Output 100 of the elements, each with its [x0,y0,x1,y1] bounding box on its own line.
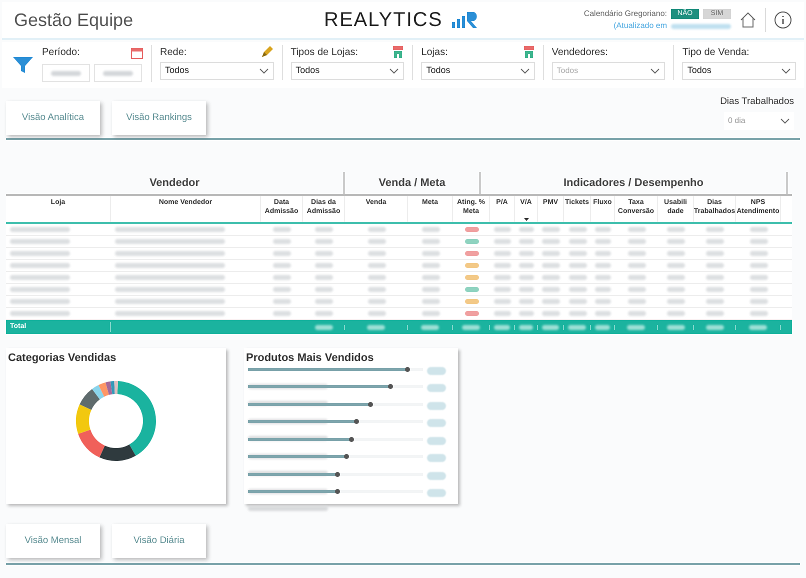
blurred-text [273,263,291,268]
blurred-text [568,239,586,244]
blurred-text [10,275,70,280]
blurred-text [666,324,684,330]
filter-dropdown[interactable]: Todos [160,62,274,80]
blurred-text [519,275,534,280]
blurred-text [103,70,133,76]
blurred-text [667,239,685,244]
blurred-text [273,251,291,256]
card-title: Categorias Vendidas [8,351,118,366]
updated-label: (Atualizado em [614,20,667,32]
blurred-text [51,70,81,76]
blurred-text [10,311,70,316]
filter-dropdown[interactable]: Todos [682,62,796,80]
blurred-text [595,263,611,268]
blurred-text [542,275,560,280]
view-tab[interactable]: Visão Diária [112,524,206,558]
blurred-text [706,287,724,292]
blurred-text [315,239,333,244]
blurred-text [667,263,685,268]
view-tab[interactable]: Visão Analítica [6,101,100,135]
filter-label: Tipo de Venda: [682,46,750,60]
blurred-text [568,311,586,316]
blurred-text [273,299,291,304]
blurred-text [315,299,333,304]
blurred-text [422,311,440,316]
blurred-text [368,299,386,304]
blurred-text [519,299,534,304]
blurred-text [568,227,586,232]
blurred-text [273,275,291,280]
blurred-text [494,263,511,268]
blurred-text [542,263,560,268]
blurred-text [628,311,646,316]
view-tab[interactable]: Visão Mensal [6,524,100,558]
blurred-text [750,227,768,232]
filter-icon[interactable] [12,55,34,75]
view-tab[interactable]: Visão Rankings [112,101,206,135]
blurred-text [10,227,70,232]
value-label [427,402,446,410]
blurred-text [368,311,386,316]
blurred-text [314,324,332,330]
chevron-down-icon [389,68,400,74]
value-label [427,489,446,497]
value-label [427,419,446,427]
home-icon[interactable] [739,11,757,29]
blurred-text [568,324,586,330]
blurred-text [667,311,685,316]
blurred-text [542,324,559,330]
blurred-text [519,251,534,256]
value-label [427,436,446,444]
blurred-text [750,275,768,280]
blurred-text [10,251,70,256]
blurred-text [273,227,291,232]
column-group-header: Indicadores / Desempenho [481,172,788,194]
blurred-text [595,324,610,330]
blurred-text [706,311,724,316]
filter-label: Lojas: [421,46,448,60]
logo-text: REALYTICS [324,8,443,33]
blurred-text [315,275,333,280]
blurred-text [628,251,646,256]
blurred-text [494,287,511,292]
blurred-text [568,287,586,292]
blurred-text [750,239,768,244]
blurred-text [750,311,768,316]
blurred-text [595,239,611,244]
blurred-text [627,324,645,330]
filter-dropdown[interactable]: Todos [290,62,404,80]
sort-down-icon[interactable] [524,218,528,221]
blurred-text [519,311,534,316]
blurred-text [542,311,560,316]
blurred-text [368,287,386,292]
blurred-text [706,299,724,304]
blurred-text [519,227,534,232]
filter-label: Rede: [160,46,187,60]
dias-trabalhados-dropdown[interactable]: 0 dia [724,112,794,130]
info-icon[interactable] [774,11,792,29]
end-date-field[interactable] [94,64,142,82]
blurred-text [706,324,724,330]
blurred-text [273,311,291,316]
blurred-text [315,263,333,268]
blurred-text [10,299,70,304]
dias-trabalhados-label: Dias Trabalhados [720,95,794,109]
blurred-text [519,324,533,330]
column-group-header: Venda / Meta [345,172,481,194]
blurred-text [462,324,480,330]
blurred-text [750,287,768,292]
blurred-text [628,299,646,304]
chevron-down-icon [258,68,269,74]
blurred-text [10,287,70,292]
blurred-text [519,239,534,244]
blurred-text [628,275,646,280]
blurred-text [568,263,586,268]
pencil-icon [260,45,274,59]
start-date-field[interactable] [42,64,90,82]
filter-dropdown[interactable]: Todos [421,62,535,80]
blurred-text [494,299,511,304]
dias-trabalhados-field[interactable]: 0 dia [728,115,772,128]
column-group-header: Vendedor [6,172,345,194]
blurred-text [706,239,724,244]
blurred-text [595,275,611,280]
